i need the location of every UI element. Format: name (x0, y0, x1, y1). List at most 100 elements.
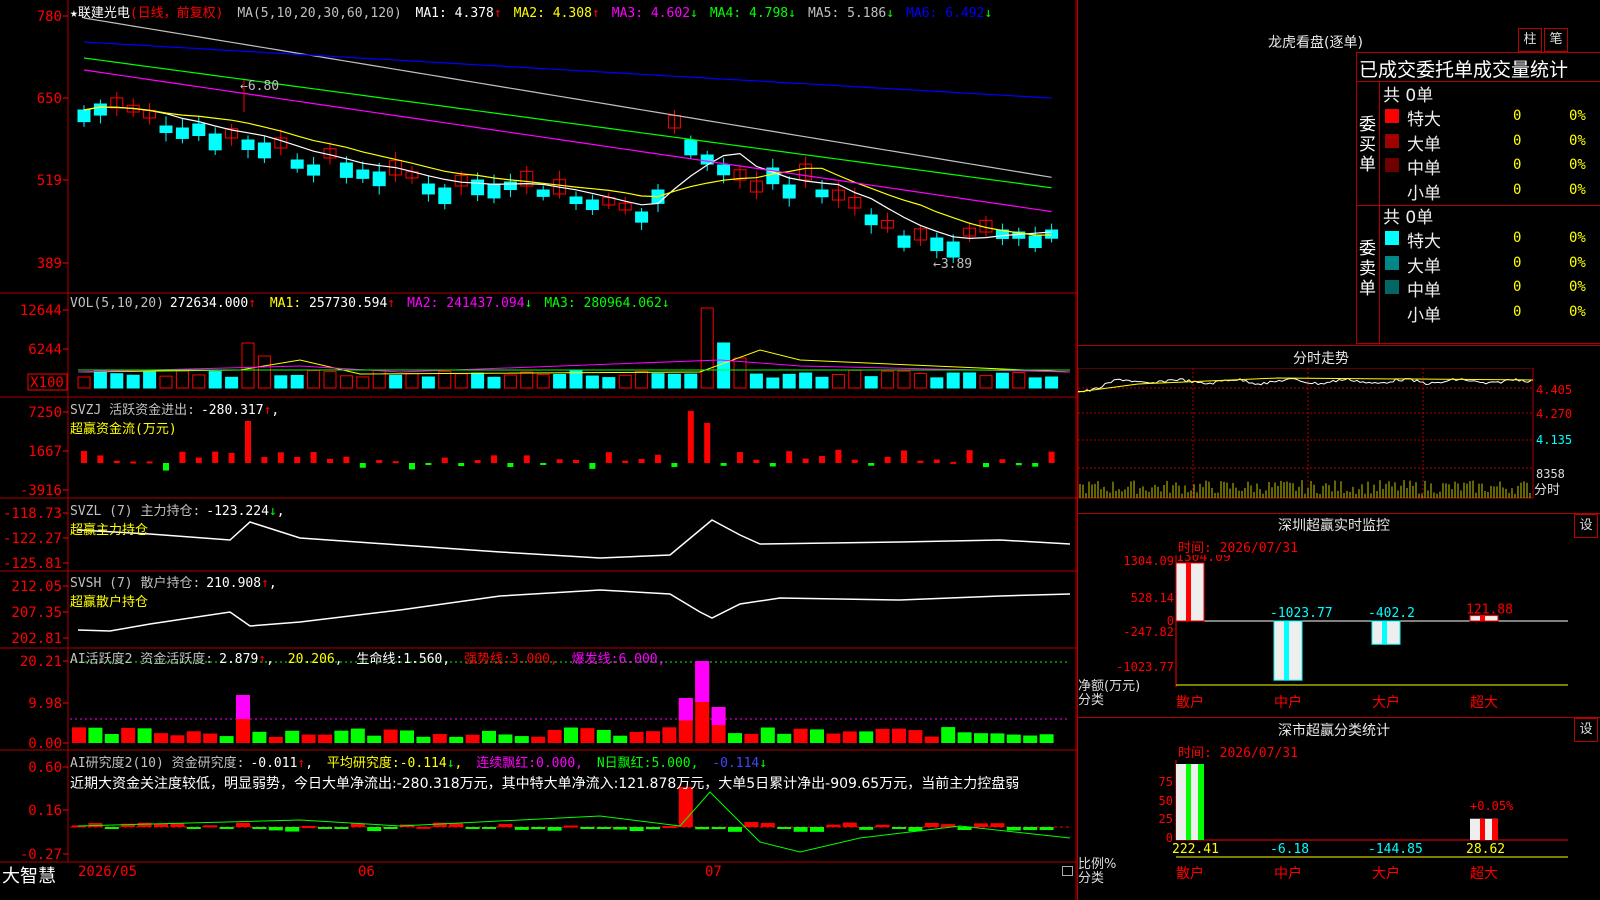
volume-bar (799, 372, 813, 389)
svzl-value: -123.224 (206, 504, 269, 519)
volume-bar (405, 373, 419, 389)
longhu-row-label: 特大 (1407, 232, 1441, 252)
research-bar (842, 822, 857, 827)
candle (307, 164, 321, 176)
volume-bar (93, 370, 107, 389)
fund-flow-bar (720, 463, 727, 466)
classify-value-label: 222.41 (1172, 842, 1219, 857)
svzl-label: SVZL (7) 主力持仓: (70, 504, 201, 519)
fund-flow-bar (376, 459, 383, 463)
longhu-row-pct: 0% (1569, 181, 1586, 198)
longhu-row-label: 大单 (1407, 256, 1441, 277)
research-bar (744, 822, 759, 827)
fund-flow-bar (163, 463, 169, 471)
volume-bar (339, 375, 353, 389)
activity-bar (301, 734, 316, 743)
ma-item-1: MA2: 241437.094↓ (407, 296, 533, 311)
vol-label: VOL(5,10,20) (70, 296, 164, 311)
activity-bar (826, 733, 841, 743)
activity-bar (974, 733, 988, 743)
activity-bar (203, 733, 218, 743)
activity-bar (268, 736, 283, 743)
pen-mode-button[interactable]: 笔 (1544, 28, 1568, 52)
activity-bar (646, 731, 660, 743)
volume-bar (569, 370, 583, 389)
activity-bar (219, 736, 234, 743)
volume-bar (110, 373, 124, 389)
fund-flow-bar (458, 463, 465, 467)
y-tick-label: 207.35 (11, 605, 62, 621)
activity-bar (186, 731, 201, 743)
classify-title: 深市超赢分类统计 (1278, 723, 1390, 739)
activity-bar (957, 732, 972, 743)
candle (241, 139, 255, 151)
candle (208, 133, 222, 151)
fund-flow-bar (359, 463, 366, 468)
fund-flow-bar (933, 459, 940, 463)
fund-flow-bar (1048, 451, 1055, 463)
volume-bar (717, 342, 731, 389)
ma60-line (83, 17, 1052, 178)
activity-bar-top (711, 707, 726, 725)
vol-unit-label: X100 (30, 375, 64, 391)
activity-bar (482, 730, 496, 743)
activity-bar (564, 727, 578, 743)
y-tick-label: 519 (37, 173, 62, 189)
longhu-row-pct: 0% (1569, 157, 1586, 173)
bar-stripe (1480, 818, 1485, 840)
candle (175, 127, 189, 139)
ma20-line (83, 69, 1052, 213)
bar-mode-button[interactable]: 柱 (1518, 28, 1542, 52)
activity-bar (170, 735, 185, 743)
y-tick-label: -118.73 (3, 506, 62, 522)
classify-chart: 7550250222.41散户-6.18中户-144.85大户+0.05%28.… (1159, 760, 1568, 882)
candle (339, 162, 353, 178)
longhu-header: 已成交委托单成交量统计 (1359, 59, 1569, 81)
classify-settings-button[interactable]: 设 (1574, 718, 1598, 742)
fund-flow-bar (802, 458, 809, 463)
vol-ma-values: MA1: 257730.594↑ MA2: 241437.094↓ MA3: 280… (270, 296, 682, 311)
research-bar (662, 825, 677, 828)
monitor-y-tick: 528.14 (1131, 591, 1174, 605)
activity-bar (367, 735, 382, 743)
activity-bar (1023, 735, 1038, 743)
research-bar (1006, 827, 1021, 831)
activity-bar (613, 735, 628, 743)
star-icon[interactable]: ★ (70, 6, 78, 21)
y-tick-label: 0.16 (28, 803, 62, 819)
longhu-title: 龙虎看盘(逐单) (1268, 35, 1363, 51)
candle (421, 183, 435, 195)
legend-swatch (1385, 158, 1399, 172)
activity-bar (596, 729, 611, 743)
ma120-line (83, 41, 1052, 99)
lock-icon[interactable] (1062, 866, 1073, 876)
fund-flow-bar (261, 457, 268, 463)
longhu-row-count: 0 (1513, 157, 1522, 173)
activity-bar (334, 730, 349, 743)
y-tick-label: 20.21 (20, 654, 62, 670)
fund-flow-bar (950, 461, 957, 464)
monitor-settings-button[interactable]: 设 (1574, 514, 1598, 538)
research-bar (416, 826, 431, 829)
fenshi-y-tick: 4.405 (1536, 383, 1572, 397)
volume-bar (733, 357, 747, 389)
volume-bar (323, 371, 337, 389)
monitor-y-tick: 1304.09 (1123, 555, 1174, 568)
intraday-chart[interactable]: 4.405 4.270 4.135 8358 分时 (1078, 368, 1600, 513)
research-bar (580, 827, 595, 829)
fund-flow-bar (1015, 463, 1022, 466)
fund-flow-bar (835, 449, 842, 463)
fund-flow-bar (507, 463, 514, 467)
classify-y-tick: 50 (1159, 794, 1173, 808)
x-tick-jul: 07 (705, 864, 722, 880)
legend-swatch (1385, 133, 1399, 148)
x-tick-may: 2026/05 (78, 864, 138, 880)
longhu-row-pct: 0% (1569, 279, 1586, 295)
research-bar (236, 822, 250, 827)
research-bar (547, 827, 562, 831)
fund-flow-bar (589, 463, 596, 469)
research-bar (1039, 827, 1054, 831)
research-bar (810, 827, 824, 832)
research-bar (268, 827, 283, 831)
period-label[interactable]: (日线，前复权) (130, 6, 224, 21)
